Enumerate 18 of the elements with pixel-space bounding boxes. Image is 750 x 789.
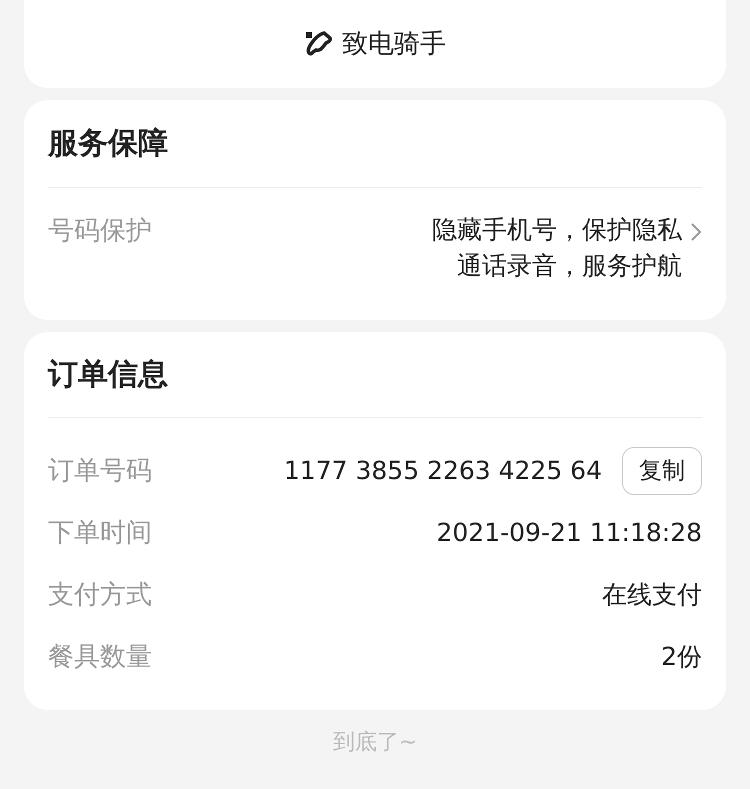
end-of-list-text: 到底了~: [332, 729, 418, 757]
row-label: 号码保护: [48, 215, 152, 248]
row-label: 订单号码: [48, 454, 152, 488]
privacy-text: 隐藏手机号，保护隐私: [432, 214, 682, 246]
row-label: 下单时间: [48, 516, 152, 550]
call-rider-button[interactable]: 致电骑手: [304, 24, 446, 64]
chevron-right-icon: [690, 222, 702, 242]
privacy-text: 通话录音，服务护航: [457, 250, 682, 282]
section-title: 订单信息: [48, 332, 702, 418]
row-label: 支付方式: [48, 578, 152, 612]
row-value: 在线支付: [602, 579, 702, 612]
row-value: 2021-09-21 11:18:28: [436, 517, 702, 550]
row-label: 餐具数量: [48, 640, 152, 674]
privacy-link[interactable]: 隐藏手机号，保护隐私 通话录音，服务护航: [432, 212, 702, 284]
section-title: 服务保障: [48, 100, 702, 188]
row-value: 1177 3855 2263 4225 64: [284, 455, 602, 488]
row-value: 2份: [661, 641, 702, 674]
copy-button[interactable]: 复制: [622, 447, 702, 495]
